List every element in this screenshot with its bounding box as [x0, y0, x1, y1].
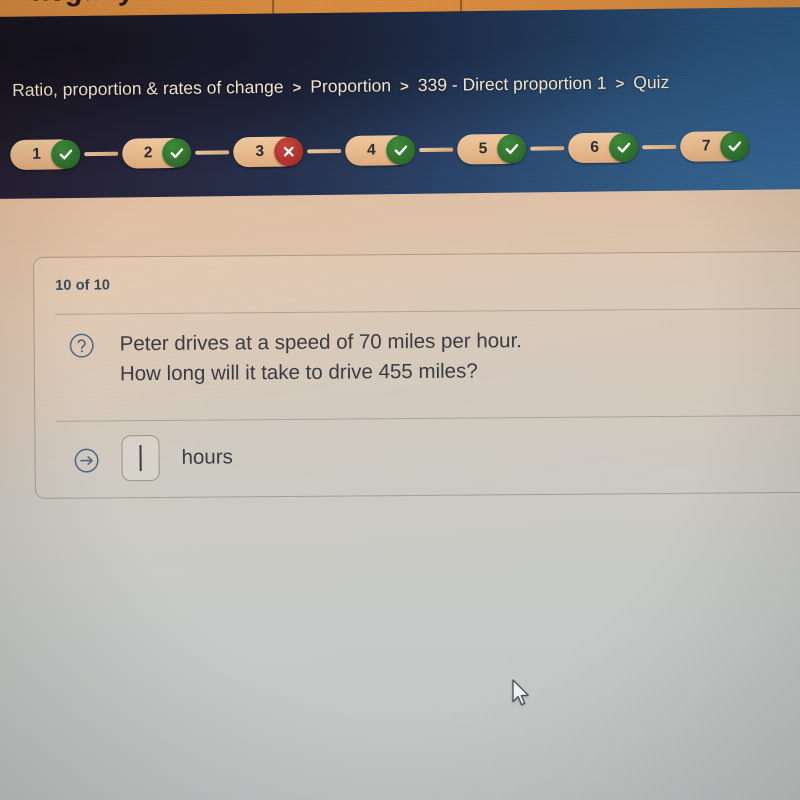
close-icon	[273, 136, 304, 167]
question-row: Peter drives at a speed of 70 miles per …	[69, 326, 523, 390]
progress-pill-number: 4	[367, 141, 376, 159]
breadcrumb-item-topic[interactable]: Ratio, proportion & rates of change	[12, 77, 284, 101]
breadcrumb-item-lesson[interactable]: 339 - Direct proportion 1	[418, 73, 607, 96]
check-icon	[608, 132, 639, 163]
breadcrumb-separator-icon: >	[292, 79, 302, 97]
progress-pill-number: 3	[255, 142, 265, 161]
question-mark-circle-icon	[69, 333, 95, 359]
progress-pill-6[interactable]: 6	[568, 132, 639, 164]
question-card: 10 of 10 Peter drives at a speed of 70 m…	[33, 250, 800, 499]
check-icon	[497, 134, 527, 164]
check-icon	[720, 131, 750, 161]
breadcrumb-separator-icon: >	[399, 78, 409, 96]
progress-pill-5[interactable]: 5	[456, 133, 527, 165]
progress-connector	[641, 144, 676, 150]
breadcrumb-item-quiz[interactable]: Quiz	[633, 72, 669, 93]
progress-pill-number: 6	[590, 138, 600, 156]
progress-pill-number: 7	[701, 137, 711, 155]
brand-logo-text: hegartymaths	[31, 0, 217, 8]
progress-pill-4[interactable]: 4	[344, 135, 415, 166]
card-divider-bottom	[56, 414, 800, 422]
arrow-right-circle-icon[interactable]	[73, 447, 99, 473]
breadcrumb-item-subtopic[interactable]: Proportion	[310, 75, 391, 97]
breadcrumb-separator-icon: >	[615, 75, 625, 93]
answer-input[interactable]	[121, 435, 160, 482]
progress-connector	[418, 147, 453, 153]
progress-connector	[530, 146, 565, 151]
progress-pill-number: 2	[143, 144, 153, 162]
progress-pill-1[interactable]: 1	[10, 139, 81, 170]
text-caret	[139, 445, 142, 472]
check-icon	[385, 135, 415, 165]
progress-pill-2[interactable]: 2	[121, 137, 192, 169]
progress-connector	[83, 151, 118, 157]
progress-connector	[195, 150, 230, 155]
screenshot-root: ☞hegartymaths Ratio, proportion & rates …	[0, 0, 800, 800]
progress-pill-number: 1	[32, 145, 41, 163]
mouse-pointer-icon	[511, 679, 533, 709]
progress-pill-3[interactable]: 3	[233, 136, 304, 168]
question-text: Peter drives at a speed of 70 miles per …	[119, 329, 523, 386]
card-divider-top	[55, 307, 800, 315]
question-counter: 10 of 10	[55, 277, 111, 294]
answer-unit-label: hours	[181, 445, 233, 469]
brand-logo-mark: ☞	[4, 0, 30, 9]
progress-pill-number: 5	[478, 140, 488, 158]
progress-pill-7[interactable]: 7	[679, 131, 750, 162]
check-icon	[162, 138, 192, 168]
brand-logo[interactable]: ☞hegartymaths	[4, 0, 217, 9]
check-icon	[50, 139, 81, 170]
progress-connector	[307, 148, 342, 154]
answer-row: hours	[73, 434, 233, 482]
